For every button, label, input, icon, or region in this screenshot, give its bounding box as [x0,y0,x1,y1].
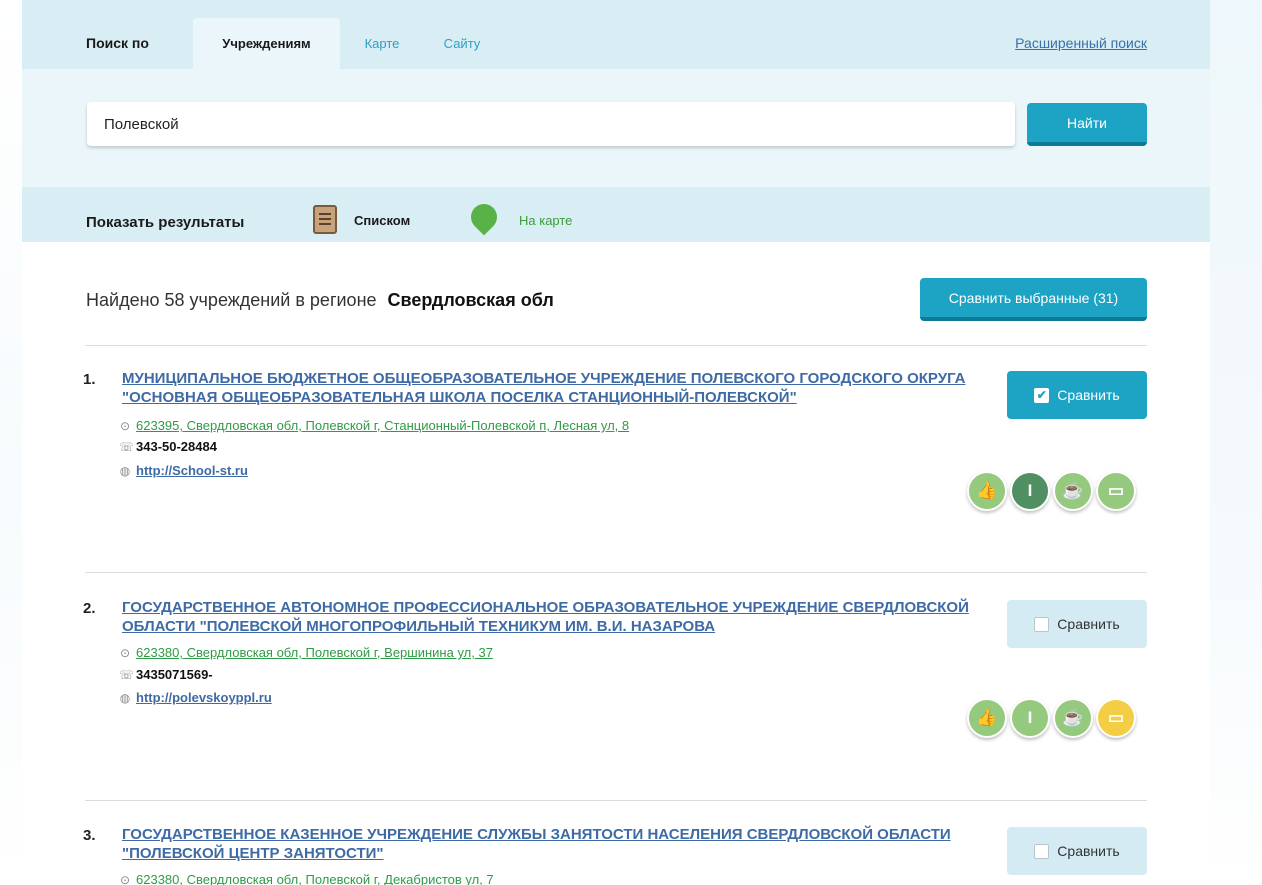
result-number: 1. [83,371,96,388]
compare-label: Сравнить [1057,616,1120,632]
map-pin-icon[interactable] [465,198,503,236]
advanced-search-link[interactable]: Расширенный поиск [1015,35,1147,51]
document-list-icon[interactable] [313,205,337,234]
checkbox-checked-icon: ✔ [1034,387,1050,403]
compare-toggle-button[interactable]: Сравнить [1007,600,1147,648]
tray-icon[interactable]: ▭ [1096,698,1136,738]
result-phone: 343-50-28484 [136,439,217,454]
compare-label: Сравнить [1057,387,1120,403]
search-area: Найти [22,69,1210,187]
view-on-map-option[interactable]: На карте [519,213,572,228]
result-address-link[interactable]: 623380, Свердловская обл, Полевской г, Д… [136,872,494,885]
region-name: Свердловская обл [387,290,554,310]
location-pin-icon: ⊙ [119,418,131,433]
result-number: 2. [83,600,96,617]
search-panel: Поиск по Учреждениям Карте Сайту Расшире… [22,0,1210,885]
compare-label: Сравнить [1057,843,1120,859]
location-pin-icon: ⊙ [119,872,131,885]
location-pin-icon: ⊙ [119,645,131,660]
show-results-bar: Показать результаты Списком На карте [22,187,1210,242]
result-website-link[interactable]: http://School-st.ru [136,463,248,478]
thumbs-up-icon[interactable]: 👍 [967,698,1007,738]
cup-icon[interactable]: ☕ [1053,698,1093,738]
search-tabs-bar: Поиск по Учреждениям Карте Сайту Расшире… [22,0,1210,69]
result-phone-line: ☏ 3435071569- [119,667,213,682]
result-address-line: ⊙ 623395, Свердловская обл, Полевской г,… [119,418,629,433]
divider [85,345,1147,346]
globe-icon: ◍ [119,463,131,478]
result-phone: 3435071569- [136,667,213,682]
rating-icons: 👍 I ☕ ▭ [967,471,1147,511]
result-address-link[interactable]: 623395, Свердловская обл, Полевской г, С… [136,418,629,433]
globe-icon: ◍ [119,690,131,705]
search-input[interactable] [87,102,1015,146]
result-address-line: ⊙ 623380, Свердловская обл, Полевской г,… [119,872,494,885]
phone-icon: ☏ [119,439,135,454]
find-button[interactable]: Найти [1027,103,1147,146]
result-title-link[interactable]: МУНИЦИПАЛЬНОЕ БЮДЖЕТНОЕ ОБЩЕОБРАЗОВАТЕЛЬ… [122,369,982,407]
result-address-link[interactable]: 623380, Свердловская обл, Полевской г, В… [136,645,493,660]
result-website-line: ◍ http://School-st.ru [119,463,248,478]
page-background-right [1210,0,1262,885]
result-website-line: ◍ http://polevskoyppl.ru [119,690,272,705]
view-as-list-option[interactable]: Списком [354,213,410,228]
divider [85,572,1147,573]
compare-selected-button[interactable]: Сравнить выбранные (31) [920,278,1147,321]
tray-icon[interactable]: ▭ [1096,471,1136,511]
result-title-link[interactable]: ГОСУДАРСТВЕННОЕ АВТОНОМНОЕ ПРОФЕССИОНАЛЬ… [122,598,982,636]
divider [85,800,1147,801]
result-number: 3. [83,827,96,844]
tab-institutions[interactable]: Учреждениям [193,18,340,69]
result-website-link[interactable]: http://polevskoyppl.ru [136,690,272,705]
checkbox-unchecked-icon [1034,616,1050,632]
compare-toggle-button[interactable]: Сравнить [1007,827,1147,875]
result-title-link[interactable]: ГОСУДАРСТВЕННОЕ КАЗЕННОЕ УЧРЕЖДЕНИЕ СЛУЖ… [122,825,982,863]
tab-map[interactable]: Карте [340,18,424,69]
search-by-label: Поиск по [86,35,149,51]
result-phone-line: ☏ 343-50-28484 [119,439,217,454]
results-summary: Найдено 58 учреждений в регионе Свердлов… [86,290,554,311]
checkbox-unchecked-icon [1034,843,1050,859]
cup-icon[interactable]: ☕ [1053,471,1093,511]
phone-icon: ☏ [119,667,135,682]
show-results-label: Показать результаты [86,214,245,231]
thumbs-up-icon[interactable]: 👍 [967,471,1007,511]
compare-toggle-button[interactable]: ✔ Сравнить [1007,371,1147,419]
result-address-line: ⊙ 623380, Свердловская обл, Полевской г,… [119,645,493,660]
found-count-text: Найдено 58 учреждений в регионе [86,290,377,310]
tie-icon[interactable]: I [1010,471,1050,511]
rating-icons: 👍 I ☕ ▭ [967,698,1147,738]
page-background-left [0,0,22,885]
tab-site[interactable]: Сайту [424,18,500,69]
tie-icon[interactable]: I [1010,698,1050,738]
